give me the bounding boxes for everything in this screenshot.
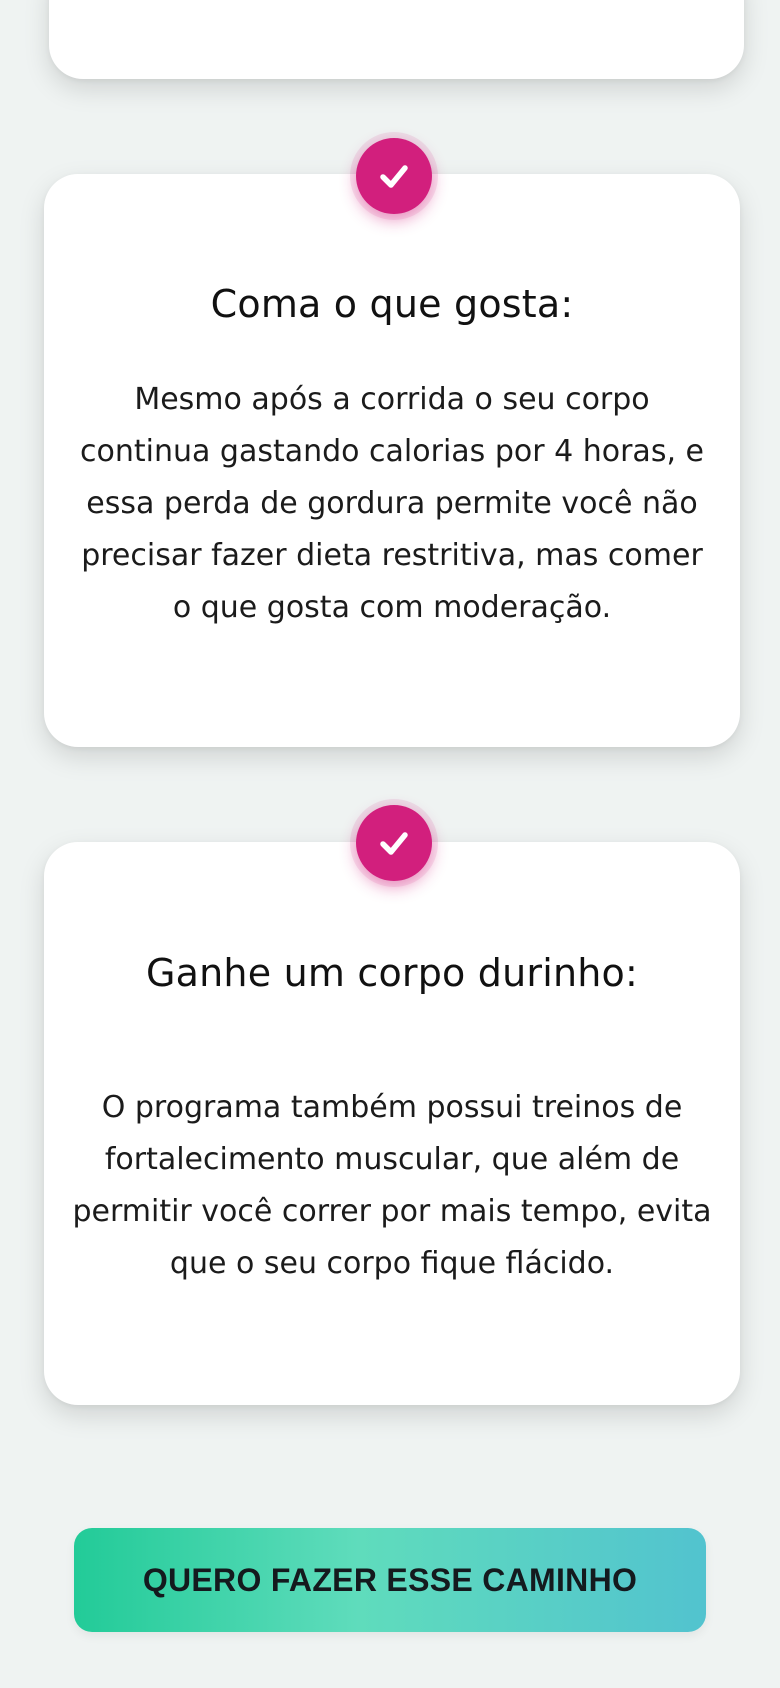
benefit-card-body: Ganhe um corpo durinho: O programa també… (44, 842, 740, 1405)
benefit-title: Ganhe um corpo durinho: (146, 951, 638, 995)
cta-button[interactable]: QUERO FAZER ESSE CAMINHO (74, 1528, 706, 1632)
check-icon (380, 165, 408, 188)
benefit-description: O programa também possui treinos de fort… (72, 1090, 712, 1281)
benefit-card-eat: Coma o que gosta: Mesmo após a corrida o… (44, 174, 740, 747)
check-badge (356, 805, 432, 881)
previous-benefit-card (49, 0, 744, 79)
benefit-description: Mesmo após a corrida o seu corpo continu… (80, 382, 704, 625)
benefit-title: Coma o que gosta: (210, 282, 574, 326)
check-badge (356, 138, 432, 214)
check-icon (380, 832, 408, 855)
